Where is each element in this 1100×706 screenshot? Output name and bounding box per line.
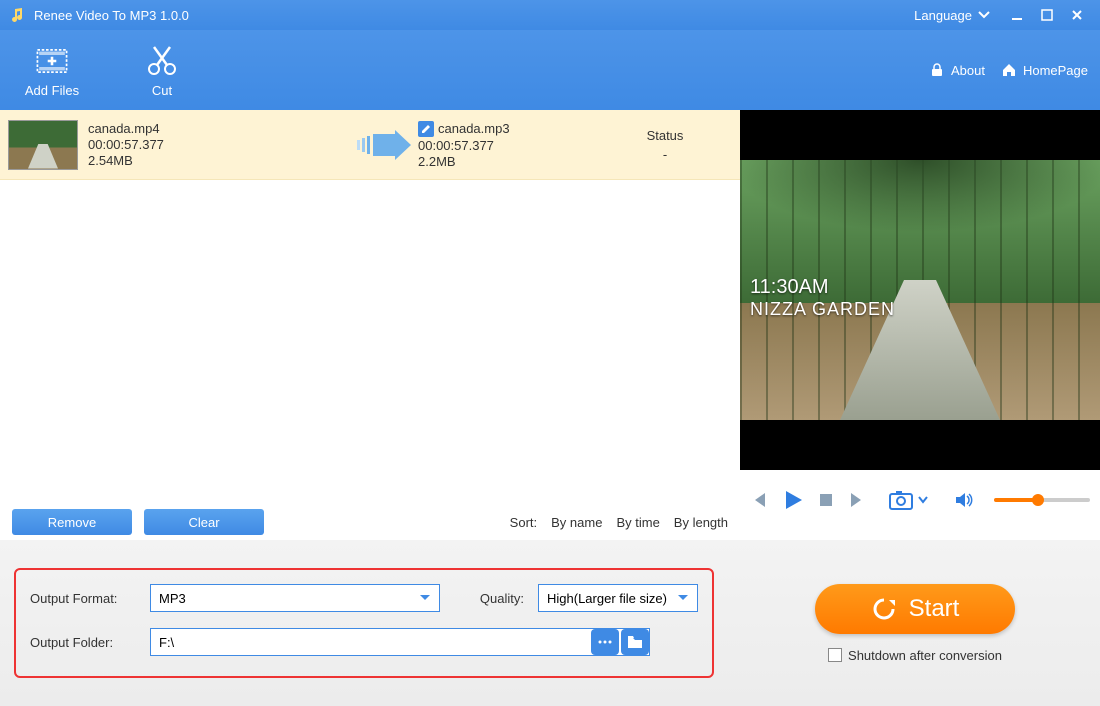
home-icon (1001, 62, 1017, 78)
convert-arrow-icon (348, 130, 418, 160)
quality-select[interactable]: High(Larger file size) (538, 584, 698, 612)
app-title: Renee Video To MP3 1.0.0 (34, 8, 914, 23)
prev-track-button[interactable] (750, 491, 768, 509)
volume-icon[interactable] (954, 491, 974, 509)
preview-controls (740, 470, 1100, 530)
preview-image: 11:30AM NIZZA GARDEN (740, 160, 1100, 420)
overlay-place: NIZZA GARDEN (750, 299, 895, 320)
app-logo-icon (10, 7, 26, 23)
overlay-time: 11:30AM (750, 276, 895, 299)
homepage-label: HomePage (1023, 63, 1088, 78)
sort-by-time[interactable]: By time (616, 515, 659, 530)
status-header: Status (598, 128, 732, 143)
browse-folder-button[interactable] (621, 629, 649, 655)
output-folder-input-wrapper (150, 628, 650, 656)
start-area: Start Shutdown after conversion (744, 584, 1086, 663)
output-folder-label: Output Folder: (30, 635, 140, 650)
remove-button[interactable]: Remove (12, 509, 132, 535)
output-settings: Output Format: MP3 Quality: High(Larger … (14, 568, 714, 678)
chevron-down-icon (978, 11, 990, 19)
add-files-button[interactable]: Add Files (12, 35, 92, 105)
cut-icon (144, 43, 180, 79)
homepage-link[interactable]: HomePage (1001, 62, 1088, 78)
start-button[interactable]: Start (815, 584, 1015, 634)
edit-output-name-button[interactable] (418, 121, 434, 137)
quality-value: High(Larger file size) (547, 591, 667, 606)
file-thumbnail (8, 120, 78, 170)
status-column: Status - (598, 128, 732, 162)
close-button[interactable] (1064, 5, 1090, 25)
title-bar: Renee Video To MP3 1.0.0 Language (0, 0, 1100, 30)
sort-area: Sort: By name By time By length (510, 515, 728, 530)
minimize-button[interactable] (1004, 5, 1030, 25)
about-link[interactable]: About (929, 62, 985, 78)
quality-label: Quality: (480, 591, 524, 606)
add-files-icon (34, 43, 70, 79)
next-track-button[interactable] (848, 491, 866, 509)
more-options-button[interactable] (591, 629, 619, 655)
input-file-size: 2.54MB (88, 153, 348, 168)
cut-label: Cut (152, 83, 172, 98)
input-file-duration: 00:00:57.377 (88, 137, 348, 152)
input-file-name: canada.mp4 (88, 121, 348, 136)
language-label: Language (914, 8, 972, 23)
preview-overlay: 11:30AM NIZZA GARDEN (750, 276, 895, 320)
maximize-button[interactable] (1034, 5, 1060, 25)
output-format-label: Output Format: (30, 591, 140, 606)
file-list: canada.mp4 00:00:57.377 2.54MB canada.mp (0, 110, 740, 540)
lock-icon (929, 62, 945, 78)
status-value: - (598, 147, 732, 162)
cut-button[interactable]: Cut (122, 35, 202, 105)
play-button[interactable] (782, 489, 804, 511)
snapshot-dropdown[interactable] (918, 496, 928, 504)
language-dropdown[interactable]: Language (914, 8, 990, 23)
add-files-label: Add Files (25, 83, 79, 98)
output-file-name: canada.mp3 (438, 121, 510, 136)
main-area: canada.mp4 00:00:57.377 2.54MB canada.mp (0, 110, 1100, 540)
file-row[interactable]: canada.mp4 00:00:57.377 2.54MB canada.mp (0, 110, 740, 180)
about-label: About (951, 63, 985, 78)
stop-button[interactable] (818, 492, 834, 508)
output-file-size: 2.2MB (418, 154, 598, 169)
output-format-value: MP3 (159, 591, 186, 606)
preview-panel: 11:30AM NIZZA GARDEN (740, 110, 1100, 540)
output-folder-input[interactable] (151, 635, 589, 650)
sort-by-name[interactable]: By name (551, 515, 602, 530)
start-label: Start (909, 595, 960, 623)
toolbar: Add Files Cut About HomePage (0, 30, 1100, 110)
bottom-panel: Output Format: MP3 Quality: High(Larger … (0, 540, 1100, 706)
volume-slider[interactable] (994, 498, 1090, 502)
list-actions: Remove Clear Sort: By name By time By le… (0, 504, 740, 540)
sort-by-length[interactable]: By length (674, 515, 728, 530)
output-file-info: canada.mp3 00:00:57.377 2.2MB (418, 121, 598, 169)
refresh-icon (871, 596, 897, 622)
preview-viewport: 11:30AM NIZZA GARDEN (740, 110, 1100, 470)
chevron-down-icon (419, 594, 431, 602)
output-file-duration: 00:00:57.377 (418, 138, 598, 153)
sort-label: Sort: (510, 515, 537, 530)
shutdown-checkbox[interactable] (828, 648, 842, 662)
shutdown-label: Shutdown after conversion (848, 648, 1002, 663)
input-file-info: canada.mp4 00:00:57.377 2.54MB (88, 121, 348, 168)
output-format-select[interactable]: MP3 (150, 584, 440, 612)
clear-button[interactable]: Clear (144, 509, 264, 535)
chevron-down-icon (677, 594, 689, 602)
snapshot-button[interactable] (888, 489, 914, 511)
shutdown-checkbox-row[interactable]: Shutdown after conversion (828, 648, 1002, 663)
